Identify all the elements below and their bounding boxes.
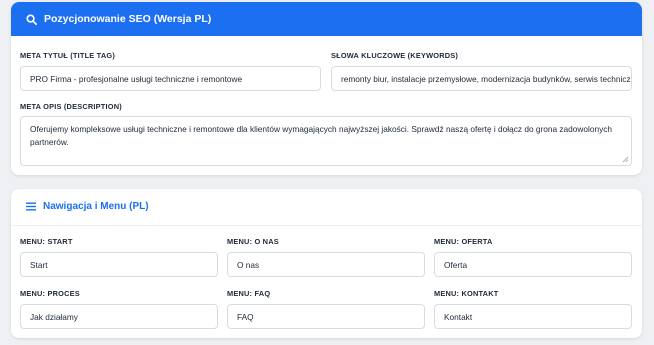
menu-faq-label: MENU: FAQ	[227, 289, 271, 298]
menu-process-label: MENU: PROCES	[20, 289, 80, 298]
keywords-label: SŁOWA KLUCZOWE (KEYWORDS)	[331, 51, 459, 60]
description-textarea[interactable]: Oferujemy kompleksowe usługi techniczne …	[20, 116, 632, 166]
menu-start-input[interactable]: Start	[20, 252, 218, 277]
nav-card-header: Nawigacja i Menu (PL)	[26, 201, 149, 212]
menu-offer-input[interactable]: Oferta	[434, 252, 632, 277]
menu-contact-input[interactable]: Kontakt	[434, 304, 632, 329]
menu-icon	[26, 202, 36, 211]
menu-contact-label: MENU: KONTAKT	[434, 289, 499, 298]
menu-about-label: MENU: O NAS	[227, 237, 279, 246]
search-icon	[26, 13, 37, 25]
seo-card-header: Pozycjonowanie SEO (Wersja PL)	[11, 2, 642, 36]
description-text: Oferujemy kompleksowe usługi techniczne …	[30, 124, 612, 147]
menu-process-input[interactable]: Jak działamy	[20, 304, 218, 329]
nav-card: Nawigacja i Menu (PL) MENU: START Start …	[11, 189, 642, 338]
meta-title-label: META TYTUŁ (TITLE TAG)	[20, 51, 115, 60]
nav-card-title: Nawigacja i Menu (PL)	[43, 201, 149, 212]
menu-offer-label: MENU: OFERTA	[434, 237, 493, 246]
menu-start-label: MENU: START	[20, 237, 73, 246]
menu-about-input[interactable]: O nas	[227, 252, 425, 277]
resize-grip-icon[interactable]	[622, 156, 629, 163]
nav-divider	[11, 225, 642, 226]
seo-card-title: Pozycjonowanie SEO (Wersja PL)	[44, 13, 212, 25]
seo-card: Pozycjonowanie SEO (Wersja PL) META TYTU…	[11, 2, 642, 175]
description-label: META OPIS (DESCRIPTION)	[20, 102, 122, 111]
menu-faq-input[interactable]: FAQ	[227, 304, 425, 329]
meta-title-input[interactable]: PRO Firma - profesjonalne usługi technic…	[20, 66, 321, 91]
keywords-input[interactable]: remonty biur, instalacje przemysłowe, mo…	[331, 66, 632, 91]
